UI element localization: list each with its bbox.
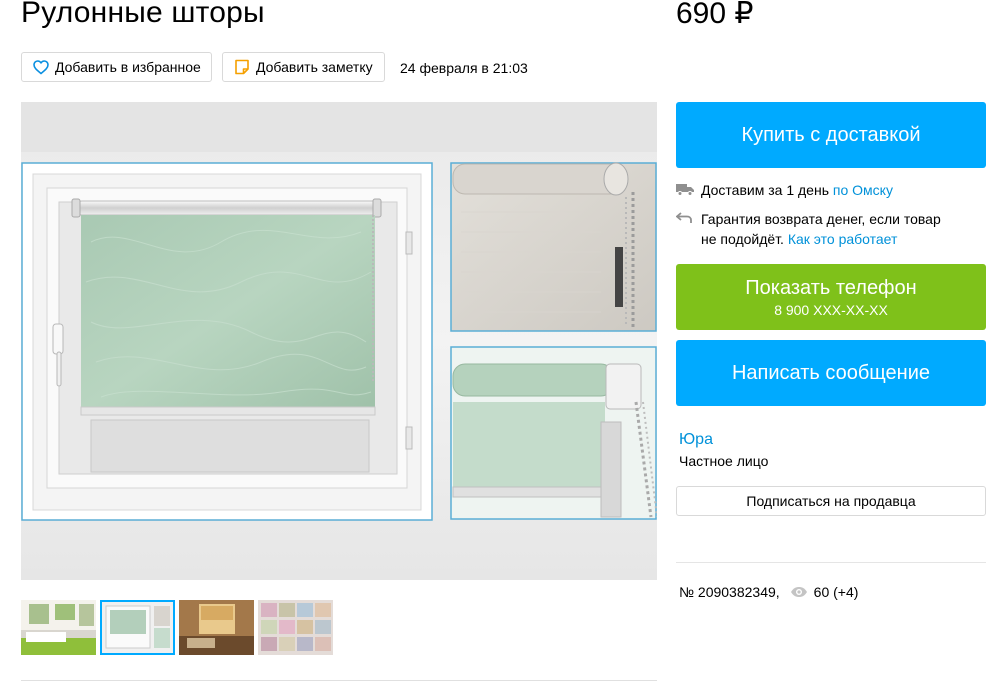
phone-number: 8 900 XXX-XX-XX	[774, 301, 888, 318]
guarantee-text-line1: Гарантия возврата денег, если товар	[701, 211, 941, 227]
note-icon	[233, 58, 251, 76]
delivery-info: Доставим за 1 день по Омску	[676, 180, 893, 200]
publish-date: 24 февраля в 21:03	[400, 60, 528, 76]
guarantee-info: Гарантия возврата денег, если товар не п…	[676, 209, 941, 249]
add-to-favorites-label: Добавить в избранное	[55, 59, 201, 75]
delivery-city-link[interactable]: по Омску	[833, 182, 893, 198]
show-phone-label: Показать телефон	[745, 276, 917, 299]
truck-icon	[676, 180, 696, 200]
page-title: Рулонные шторы	[21, 0, 265, 29]
guarantee-text-line2: не подойдёт.	[701, 231, 784, 247]
ad-meta: № 2090382349, 60 (+4)	[679, 584, 858, 600]
thumbnail-strip	[21, 600, 333, 655]
ad-number: № 2090382349,	[679, 584, 780, 600]
eye-icon	[790, 586, 808, 598]
thumbnail-interior[interactable]	[179, 600, 254, 655]
sidebar-divider	[676, 562, 986, 563]
subscribe-seller-button[interactable]: Подписаться на продавца	[676, 486, 986, 516]
return-arrow-icon	[676, 209, 696, 249]
add-note-button[interactable]: Добавить заметку	[222, 52, 385, 82]
add-to-favorites-button[interactable]: Добавить в избранное	[21, 52, 212, 82]
thumbnail-green-blind[interactable]	[100, 600, 175, 655]
how-it-works-link[interactable]: Как это работает	[788, 231, 898, 247]
seller-name-link[interactable]: Юра	[679, 431, 713, 449]
add-note-label: Добавить заметку	[256, 59, 373, 75]
seller-type: Частное лицо	[679, 453, 769, 469]
write-message-button[interactable]: Написать сообщение	[676, 340, 986, 406]
delivery-text: Доставим за 1 день	[701, 182, 829, 198]
views-count: 60 (+4)	[813, 584, 859, 600]
thumbnail-room-blinds[interactable]	[21, 600, 96, 655]
heart-icon	[32, 58, 50, 76]
content-divider	[21, 680, 657, 681]
buy-with-delivery-button[interactable]: Купить с доставкой	[676, 102, 986, 168]
main-photo[interactable]	[21, 102, 657, 580]
price: 690 ₽	[676, 0, 754, 30]
show-phone-button[interactable]: Показать телефон 8 900 XXX-XX-XX	[676, 264, 986, 330]
thumbnail-fabric-swatches[interactable]	[258, 600, 333, 655]
